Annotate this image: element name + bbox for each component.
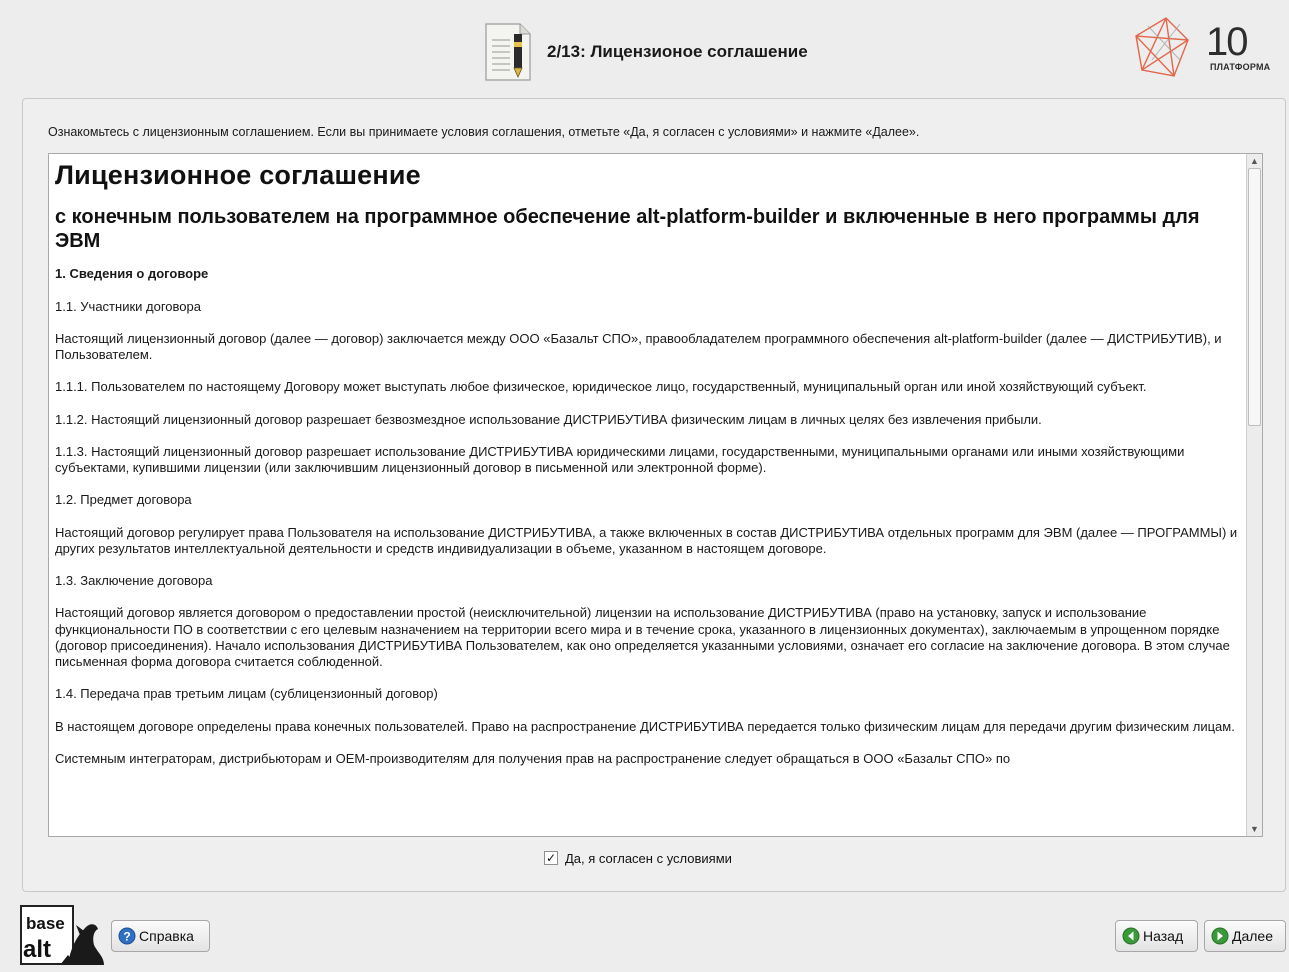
logo-subtitle: ПЛАТФОРМА	[1210, 62, 1271, 72]
brand-top-text: base	[26, 914, 65, 933]
next-arrow-icon	[1211, 927, 1229, 945]
instruction-text: Ознакомьтесь с лицензионным соглашением.…	[48, 125, 920, 139]
license-paragraph: 1.1.2. Настоящий лицензионный договор ра…	[55, 411, 1042, 427]
license-subheading: с конечным пользователем на программное …	[55, 206, 1200, 253]
license-paragraph: Настоящий договор является договором о п…	[55, 605, 1230, 670]
scroll-down-arrow-icon[interactable]: ▼	[1247, 822, 1262, 836]
basealt-mascot-logo: base alt	[20, 905, 104, 965]
license-paragraph: Настоящий договор регулирует права Польз…	[55, 524, 1238, 556]
license-paragraph: 1.1. Участники договора	[55, 298, 201, 314]
license-paragraph: 1.2. Предмет договора	[55, 492, 192, 508]
license-document: Лицензионное соглашение с конечным польз…	[55, 160, 1241, 783]
license-paragraph: 1.4. Передача прав третьим лицам (сублиц…	[55, 686, 438, 702]
back-arrow-icon	[1122, 927, 1140, 945]
license-paragraph: В настоящем договоре определены права ко…	[55, 718, 1235, 734]
scroll-up-arrow-icon[interactable]: ▲	[1247, 154, 1262, 168]
main-panel: Ознакомьтесь с лицензионным соглашением.…	[22, 98, 1286, 892]
help-button[interactable]: ? Справка	[111, 920, 210, 952]
logo-number: 10	[1206, 20, 1248, 64]
license-heading: Лицензионное соглашение	[55, 160, 421, 190]
agree-label[interactable]: Да, я согласен с условиями	[565, 851, 732, 866]
section-heading: 1. Сведения о договоре	[55, 265, 209, 281]
back-button[interactable]: Назад	[1115, 920, 1198, 952]
license-paragraph: 1.3. Заключение договора	[55, 573, 213, 589]
step-title: 2/13: Лицензионое соглашение	[547, 42, 808, 61]
svg-text:?: ?	[123, 930, 130, 944]
license-text-view[interactable]: Лицензионное соглашение с конечным польз…	[48, 153, 1263, 837]
brand-bottom-text: alt	[23, 936, 51, 963]
document-pen-icon	[485, 23, 531, 81]
back-button-label: Назад	[1143, 928, 1184, 944]
vertical-scrollbar[interactable]: ▲ ▼	[1246, 154, 1262, 836]
license-paragraph: Настоящий лицензионный договор (далее — …	[55, 330, 1222, 363]
scroll-thumb[interactable]	[1248, 168, 1261, 426]
next-button-label: Далее	[1232, 928, 1274, 944]
agree-checkbox-row[interactable]: ✓ Да, я согласен с условиями	[544, 849, 732, 867]
help-button-label: Справка	[139, 928, 194, 944]
license-paragraph: 1.1.1. Пользователем по настоящему Догов…	[55, 379, 1147, 395]
license-paragraph: 1.1.3. Настоящий лицензионный договор ра…	[55, 443, 1185, 476]
help-icon: ?	[118, 927, 136, 945]
agree-checkbox[interactable]: ✓	[544, 851, 558, 865]
next-button[interactable]: Далее	[1204, 920, 1286, 952]
license-paragraph: Системным интеграторам, дистрибьюторам и…	[55, 750, 1011, 766]
header: 2/13: Лицензионое соглашение 10 ПЛАТФОРМ…	[0, 0, 1289, 100]
checkmark-icon: ✓	[545, 851, 557, 865]
